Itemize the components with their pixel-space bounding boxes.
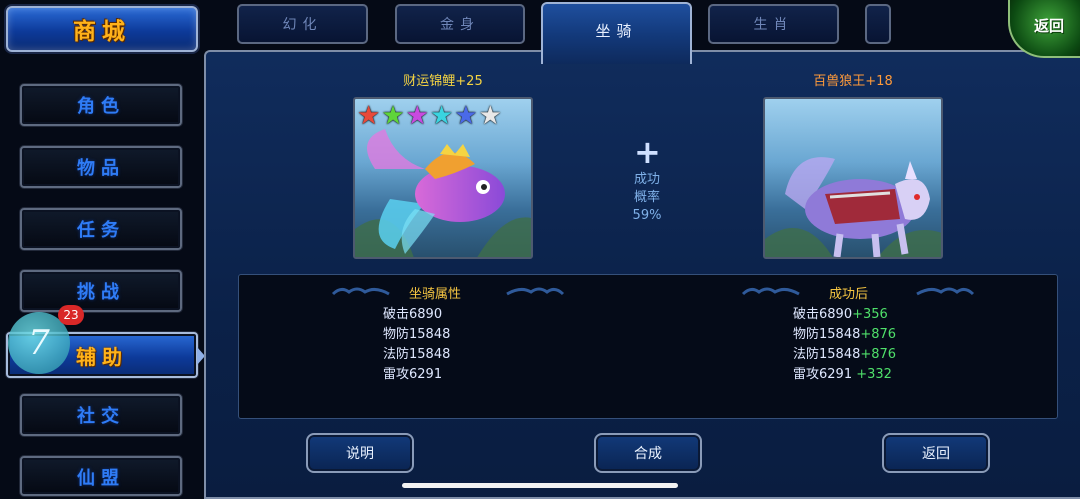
cloud-ornament-icon (916, 287, 975, 296)
success-rate-line1: 成功 (633, 172, 660, 187)
wolf-king-mount-icon (765, 157, 941, 257)
success-rate-value: 59% (632, 208, 662, 223)
back-button[interactable]: 返回 (882, 433, 990, 473)
combine-button-label: 合成 (634, 446, 662, 462)
sidebar-item-label: 任务 (77, 220, 125, 241)
sidebar-item-social[interactable]: 社交 (20, 394, 182, 436)
star-icon: ★ (381, 101, 405, 131)
star-rating: ★ ★ ★ ★ ★ ★ (355, 103, 502, 129)
after-attribute-list: 破击6890+356 物防15848+876 法防15848+876 雷攻629… (793, 305, 896, 385)
combine-button[interactable]: 合成 (594, 433, 702, 473)
tab-transform[interactable]: 幻化 (237, 4, 368, 44)
cloud-ornament-icon (331, 287, 390, 296)
shop-label: 商城 (73, 19, 131, 45)
left-mount-slot[interactable]: ★ ★ ★ ★ ★ ★ (353, 97, 533, 259)
back-button-label: 返回 (922, 446, 950, 462)
cloud-ornament-icon (506, 287, 565, 296)
attribute-header-after: 成功后 (829, 287, 869, 302)
tab-golden-body[interactable]: 金身 (395, 4, 525, 44)
after-attribute: 雷攻6291 +332 (793, 367, 892, 382)
plus-icon: + (634, 133, 661, 171)
sidebar-item-label: 辅助 (76, 344, 128, 369)
tab-mount[interactable]: 坐骑 (541, 2, 692, 64)
current-attribute: 雷攻6291 (383, 367, 443, 382)
back-top-label: 返回 (1033, 16, 1064, 35)
left-mount-name: 财运锦鲤+25 (403, 74, 483, 89)
star-icon: ★ (454, 101, 478, 131)
tab-label: 幻化 (282, 17, 323, 33)
sidebar-item-guild[interactable]: 仙盟 (20, 456, 182, 496)
star-icon: ★ (405, 101, 429, 131)
star-icon: ★ (478, 101, 502, 131)
sidebar-item-label: 物品 (77, 158, 125, 179)
tab-label: 生肖 (753, 17, 794, 33)
after-attribute: 法防15848+876 (793, 347, 897, 362)
star-icon: ★ (357, 101, 381, 131)
right-mount-name: 百兽狼王+18 (813, 74, 893, 89)
after-attribute: 物防15848+876 (793, 327, 897, 342)
sidebar-item-challenge[interactable]: 挑战 (20, 270, 182, 312)
shop-button[interactable]: 商城 (6, 6, 198, 52)
sidebar-item-items[interactable]: 物品 (20, 146, 182, 188)
cloud-ornament-icon (741, 287, 800, 296)
help-button[interactable]: 说明 (306, 433, 414, 473)
current-attribute-list: 破击6890 物防15848 法防15848 雷攻6291 (383, 305, 450, 385)
star-icon: ★ (429, 101, 454, 131)
tab-zodiac[interactable]: 生肖 (708, 4, 839, 44)
sidebar-item-quests[interactable]: 任务 (20, 208, 182, 250)
after-attribute: 破击6890+356 (793, 307, 888, 322)
sidebar-item-label: 角色 (77, 96, 125, 117)
sidebar-item-label: 社交 (77, 406, 125, 427)
current-attribute: 破击6890 (383, 307, 443, 322)
sidebar-item-label: 仙盟 (77, 468, 125, 489)
assist-bubble-glyph: 7 (28, 323, 50, 363)
notification-badge: 23 (58, 305, 84, 325)
current-attribute: 法防15848 (383, 347, 451, 362)
attribute-header-current: 坐骑属性 (409, 287, 462, 302)
current-attribute: 物防15848 (383, 327, 451, 342)
help-button-label: 说明 (346, 446, 374, 462)
sidebar-item-label: 挑战 (77, 282, 125, 303)
tab-partial[interactable] (865, 4, 891, 44)
home-indicator[interactable] (402, 483, 678, 488)
right-mount-slot[interactable] (763, 97, 943, 259)
tab-label: 金身 (440, 17, 480, 33)
success-rate-line2: 概率 (633, 190, 660, 205)
sidebar-item-character[interactable]: 角色 (20, 84, 182, 126)
attribute-panel: 坐骑属性 破击6890 物防15848 法防15848 雷攻6291 成功后 破… (238, 274, 1058, 419)
success-rate: 成功 概率 59% (622, 171, 672, 225)
tab-label: 坐骑 (595, 22, 638, 40)
